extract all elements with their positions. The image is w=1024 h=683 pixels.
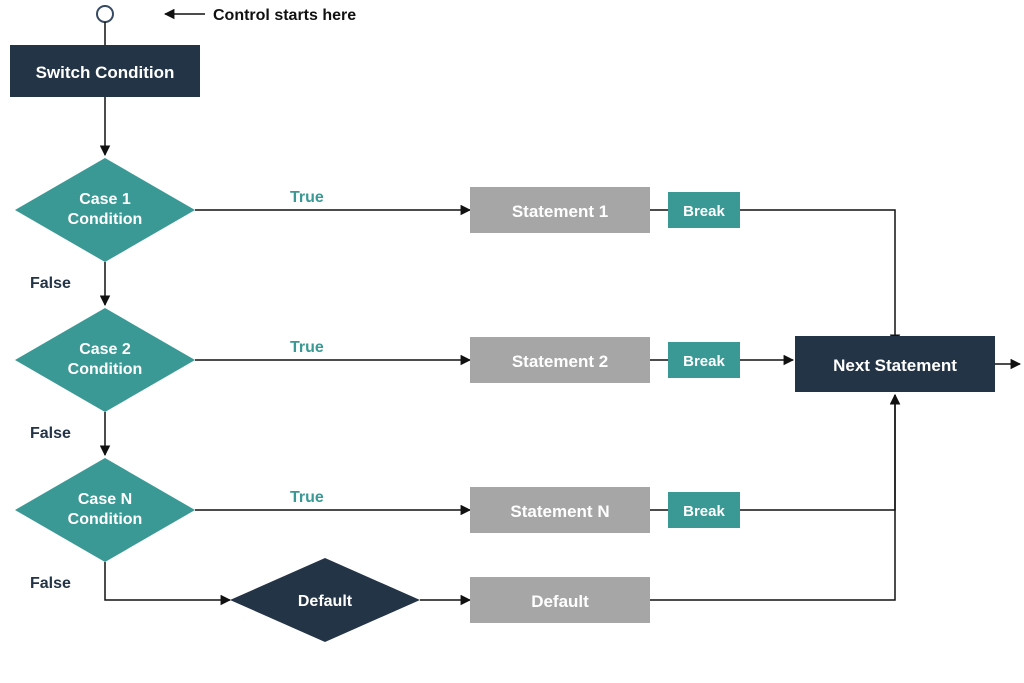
default-diamond-label: Default <box>298 593 353 610</box>
caseN-false-label: False <box>30 575 71 592</box>
control-starts-label: Control starts here <box>213 7 356 24</box>
break1-label: Break <box>683 203 725 220</box>
case1-cond-line2: Condition <box>68 211 143 228</box>
case2-cond-line1: Case 2 <box>79 341 131 358</box>
next-statement-label: Next Statement <box>833 356 957 375</box>
caseN-true-label: True <box>290 489 324 506</box>
case2-false-label: False <box>30 425 71 442</box>
case1-condition-diamond <box>15 158 195 262</box>
start-node <box>97 6 113 22</box>
case2-true-label: True <box>290 339 324 356</box>
statement2-label: Statement 2 <box>512 352 608 371</box>
statement1-label: Statement 1 <box>512 202 608 221</box>
switch-condition-label: Switch Condition <box>36 63 175 82</box>
caseN-cond-line1: Case N <box>78 491 132 508</box>
case2-cond-line2: Condition <box>68 361 143 378</box>
case1-cond-line1: Case 1 <box>79 191 131 208</box>
default-statement-label: Default <box>531 592 589 611</box>
break2-label: Break <box>683 353 725 370</box>
case1-false-label: False <box>30 275 71 292</box>
case1-true-label: True <box>290 189 324 206</box>
caseN-condition-diamond <box>15 458 195 562</box>
breakN-label: Break <box>683 503 725 520</box>
statementN-label: Statement N <box>510 502 609 521</box>
case2-condition-diamond <box>15 308 195 412</box>
caseN-cond-line2: Condition <box>68 511 143 528</box>
